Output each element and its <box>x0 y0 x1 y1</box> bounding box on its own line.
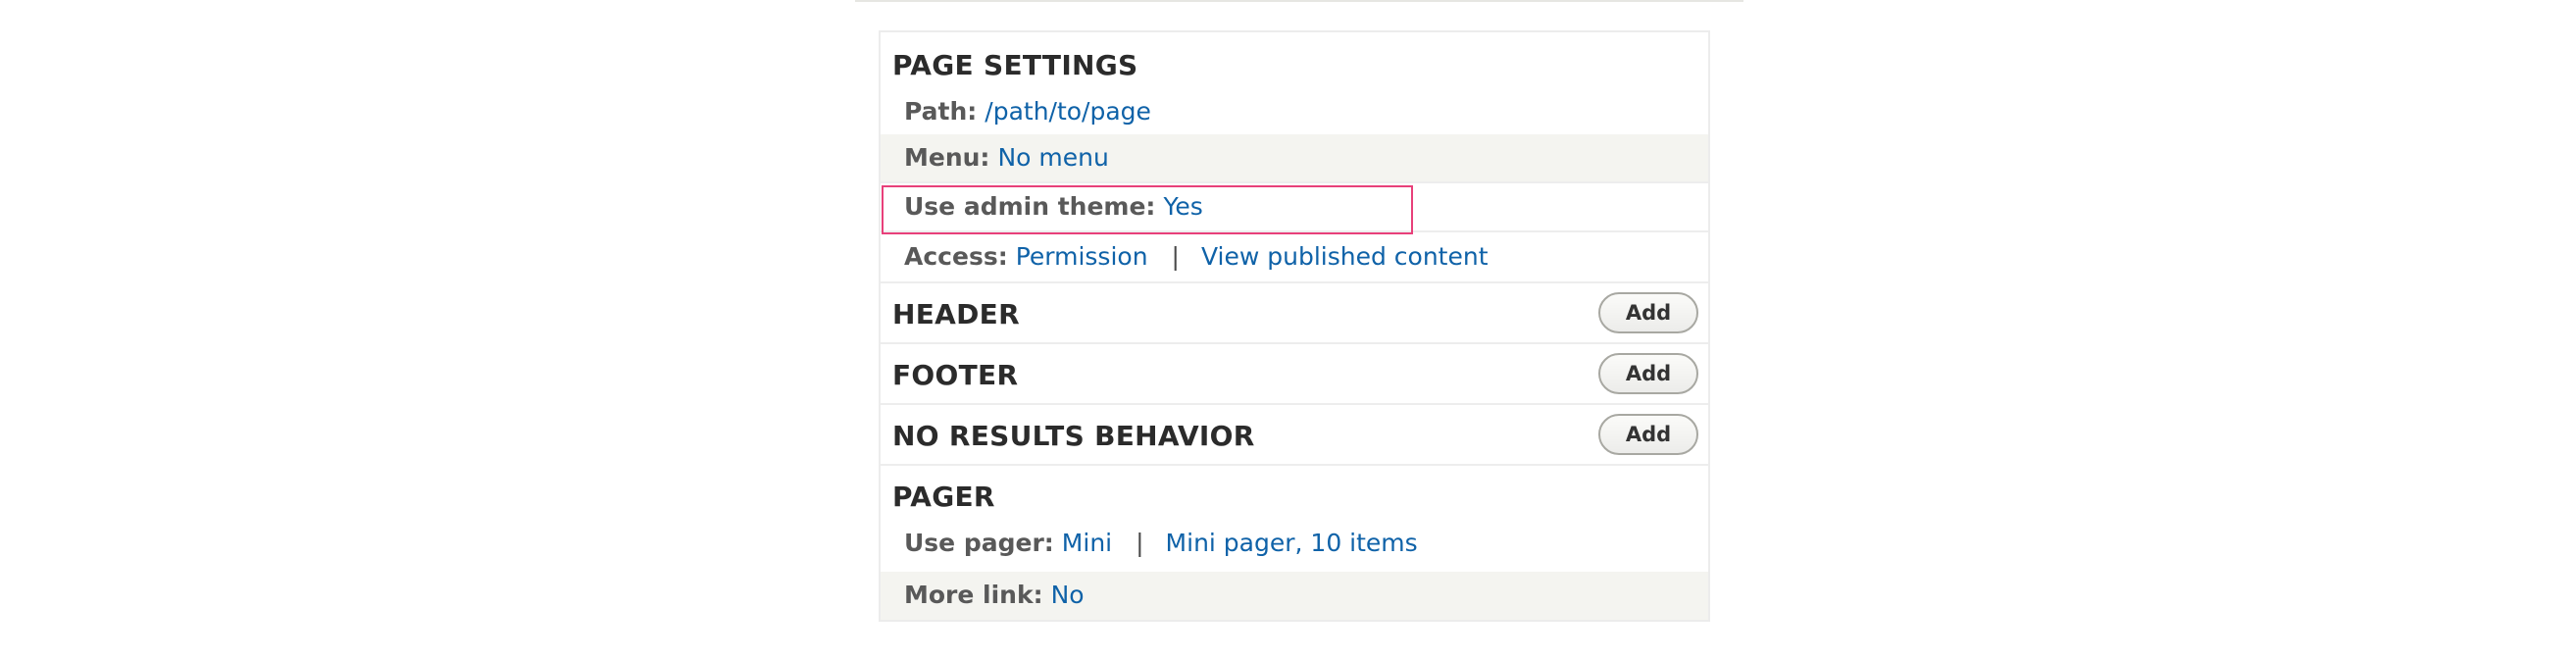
access-setting: Access: Permission | View published content <box>904 242 1489 271</box>
path-link[interactable]: /path/to/page <box>985 97 1151 126</box>
path-label: Path: <box>904 97 978 126</box>
access-setting-row: Access: Permission | View published content <box>881 230 1708 281</box>
path-setting: Path:/path/to/page <box>904 97 1151 126</box>
more-link-value-link[interactable]: No <box>1051 581 1085 609</box>
no-results-add-button[interactable]: Add <box>1598 414 1698 455</box>
footer-add-button[interactable]: Add <box>1598 353 1698 394</box>
menu-link[interactable]: No menu <box>997 143 1108 172</box>
no-results-title: NO RESULTS BEHAVIOR <box>892 420 1255 452</box>
no-results-section-row: NO RESULTS BEHAVIOR Add <box>881 403 1708 464</box>
views-settings-panel: PAGE SETTINGS Path:/path/to/page Menu: No… <box>879 30 1710 622</box>
path-setting-row: Path:/path/to/page <box>881 87 1708 134</box>
access-published-content-link[interactable]: View published content <box>1201 242 1489 271</box>
access-separator: | <box>1171 242 1180 271</box>
footer-section-row: FOOTER Add <box>881 342 1708 403</box>
menu-label: Menu: <box>904 143 990 172</box>
admin-theme-link[interactable]: Yes <box>1163 192 1202 221</box>
menu-setting-row: Menu: No menu <box>881 134 1708 181</box>
more-link-setting-row: More link: No <box>881 572 1708 620</box>
use-pager-setting: Use pager: Mini | Mini pager, 10 items <box>904 529 1418 557</box>
more-link-label: More link: <box>904 581 1043 609</box>
page-settings-title: PAGE SETTINGS <box>892 49 1138 81</box>
access-label: Access: <box>904 242 1008 271</box>
use-pager-separator: | <box>1136 529 1144 557</box>
use-pager-label: Use pager: <box>904 529 1054 557</box>
admin-theme-setting: Use admin theme: Yes <box>904 192 1203 221</box>
use-pager-setting-row: Use pager: Mini | Mini pager, 10 items <box>881 521 1708 572</box>
footer-title: FOOTER <box>892 359 1019 391</box>
pager-section-row: PAGER <box>881 464 1708 521</box>
more-link-setting: More link: No <box>904 581 1085 609</box>
admin-theme-setting-row: Use admin theme: Yes <box>881 181 1708 230</box>
top-divider <box>855 0 1743 2</box>
access-permission-link[interactable]: Permission <box>1016 242 1148 271</box>
use-pager-options-link[interactable]: Mini pager, 10 items <box>1166 529 1418 557</box>
header-section-row: HEADER Add <box>881 281 1708 342</box>
page-settings-header-row: PAGE SETTINGS <box>881 32 1708 87</box>
use-pager-mini-link[interactable]: Mini <box>1062 529 1112 557</box>
admin-theme-label: Use admin theme: <box>904 192 1156 221</box>
header-title: HEADER <box>892 298 1020 330</box>
header-add-button[interactable]: Add <box>1598 292 1698 333</box>
menu-setting: Menu: No menu <box>904 143 1109 172</box>
pager-title: PAGER <box>892 481 995 513</box>
